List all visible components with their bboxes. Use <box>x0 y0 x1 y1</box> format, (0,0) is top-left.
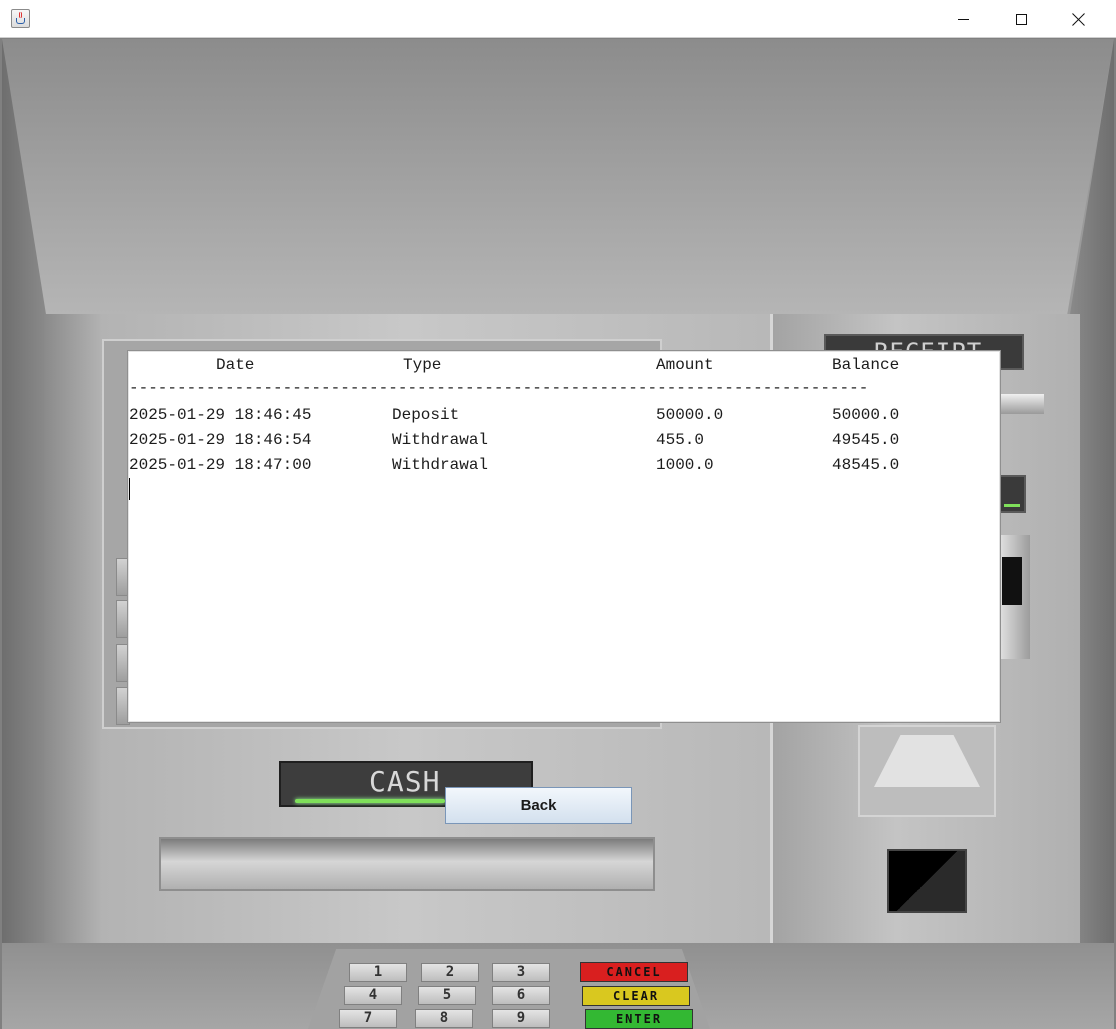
row-date: 2025-01-29 18:47:00 <box>129 456 312 474</box>
cash-label: CASH <box>369 765 441 798</box>
card-indicator <box>998 475 1026 513</box>
cash-dispenser <box>159 837 655 891</box>
card-slot <box>998 535 1030 659</box>
header-balance: Balance <box>832 356 900 374</box>
row-type: Withdrawal <box>392 456 489 474</box>
receipt-slot <box>1000 394 1044 414</box>
keypad-key: 4 <box>344 986 402 1005</box>
keypad-key: 1 <box>349 963 407 982</box>
statement-row: 2025-01-29 18:46:54 Withdrawal 455.0 495… <box>128 431 899 451</box>
row-balance: 50000.0 <box>832 406 900 424</box>
minimize-icon <box>957 18 969 20</box>
row-amount: 1000.0 <box>656 456 714 474</box>
back-button[interactable]: Back <box>445 787 632 824</box>
text-caret <box>129 478 130 500</box>
keypad-key: 6 <box>492 986 550 1005</box>
statement-row: 2025-01-29 18:47:00 Withdrawal 1000.0 48… <box>128 456 899 476</box>
header-type: Type <box>403 356 442 374</box>
statement-header-row: Date Type Amount Balance <box>128 356 899 376</box>
row-type: Withdrawal <box>392 431 489 449</box>
row-date: 2025-01-29 18:46:54 <box>129 431 312 449</box>
cancel-key: CANCEL <box>580 962 688 982</box>
statement-row: 2025-01-29 18:46:45 Deposit 50000.0 5000… <box>128 406 899 426</box>
keypad-key: 5 <box>418 986 476 1005</box>
title-bar <box>0 0 1116 38</box>
clear-key: CLEAR <box>582 986 690 1006</box>
keypad-key: 9 <box>492 1009 550 1028</box>
row-date: 2025-01-29 18:46:45 <box>129 406 312 424</box>
minimize-button[interactable] <box>934 0 992 38</box>
row-amount: 50000.0 <box>656 406 724 424</box>
statement-separator: ----------------------------------------… <box>129 379 869 397</box>
enter-key: ENTER <box>585 1009 693 1029</box>
header-date: Date <box>216 356 255 374</box>
card-reader <box>887 849 967 913</box>
cash-led <box>295 799 445 803</box>
keypad-key: 8 <box>415 1009 473 1028</box>
row-balance: 49545.0 <box>832 431 900 449</box>
mini-statement-textarea[interactable]: Date Type Amount Balance ---------------… <box>127 350 1001 723</box>
keypad-key: 2 <box>421 963 479 982</box>
row-amount: 455.0 <box>656 431 705 449</box>
maximize-button[interactable] <box>992 0 1050 38</box>
keypad-key: 7 <box>339 1009 397 1028</box>
row-balance: 48545.0 <box>832 456 900 474</box>
row-type: Deposit <box>392 406 460 424</box>
close-button[interactable] <box>1050 0 1108 38</box>
header-amount: Amount <box>656 356 714 374</box>
maximize-icon <box>1015 13 1027 25</box>
deposit-slot <box>858 725 996 817</box>
java-cup-icon[interactable] <box>11 9 30 28</box>
close-icon <box>1072 12 1086 26</box>
keypad-key: 3 <box>492 963 550 982</box>
